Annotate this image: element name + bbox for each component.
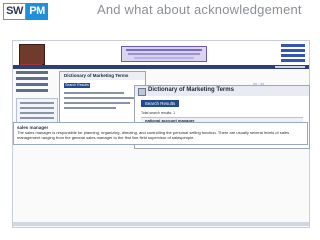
- sidebar-item[interactable]: [16, 89, 48, 92]
- banner-line: [128, 53, 200, 55]
- sidebar-box-line[interactable]: [20, 117, 54, 119]
- promo-banner[interactable]: [121, 46, 207, 62]
- result-line: [64, 97, 134, 99]
- dictionary-icon: [138, 88, 146, 96]
- result-line: [64, 107, 116, 109]
- search-results-button[interactable]: Search Results: [141, 100, 179, 107]
- sidebar-item[interactable]: [16, 77, 48, 80]
- top-link[interactable]: [281, 54, 305, 57]
- nav-search-input[interactable]: [275, 66, 305, 68]
- top-links: [281, 44, 305, 64]
- result-count: Total search results: 1: [141, 111, 176, 115]
- banner-line: [134, 57, 194, 59]
- top-link[interactable]: [281, 59, 305, 62]
- swpm-logo: SW PM: [3, 3, 48, 20]
- sidebar-box-line[interactable]: [20, 112, 54, 114]
- logo-right-text: PM: [26, 3, 48, 20]
- slide-title: And what about acknowledgement: [97, 2, 302, 17]
- result-line: [64, 92, 124, 94]
- sidebar-item[interactable]: [16, 71, 48, 74]
- search-results-button[interactable]: Search Results: [64, 83, 90, 88]
- site-header: [13, 41, 309, 67]
- dictionary-title: Dictionary of Marketing Terms: [64, 73, 129, 78]
- top-link[interactable]: [281, 44, 305, 47]
- popup-definition: The sales manager is responsible for pla…: [17, 130, 290, 140]
- sidebar-item[interactable]: [16, 83, 48, 86]
- nav-bar: [13, 65, 309, 69]
- site-logo-icon[interactable]: [19, 44, 45, 65]
- logo-left-text: SW: [3, 3, 26, 20]
- dictionary-header: Dictionary of Marketing Terms: [135, 86, 309, 96]
- banner-line: [126, 49, 202, 51]
- dictionary-title: Dictionary of Marketing Terms: [148, 87, 234, 93]
- result-line: [64, 102, 130, 104]
- page-footer: [13, 222, 309, 226]
- sidebar-box-line[interactable]: [20, 102, 54, 104]
- top-link[interactable]: [281, 49, 305, 52]
- sidebar-box-line[interactable]: [20, 107, 54, 109]
- definition-popup: sales manager The sales manager is respo…: [13, 122, 308, 145]
- dictionary-header: Dictionary of Marketing Terms: [60, 72, 145, 80]
